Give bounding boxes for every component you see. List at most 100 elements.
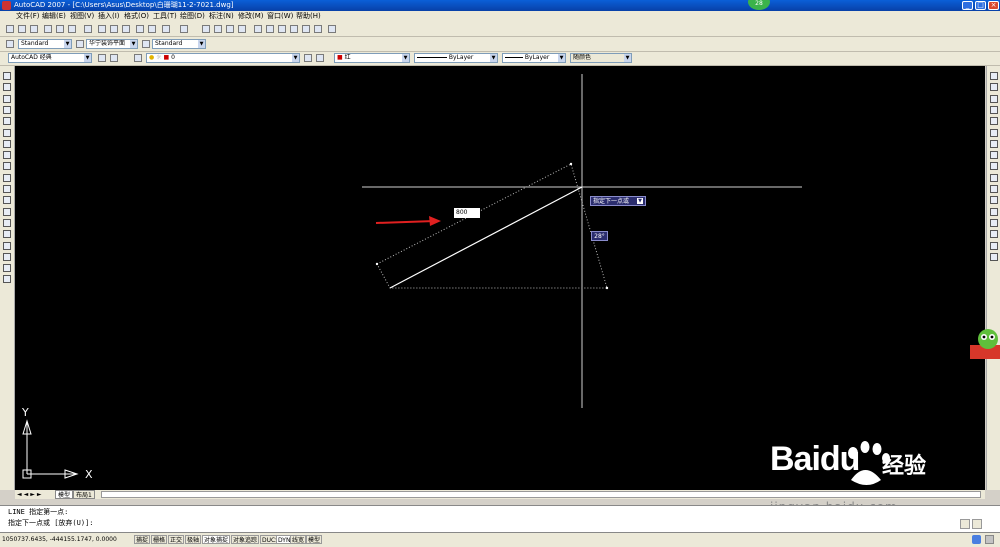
otrack-toggle[interactable]: 对象追踪 [231,535,260,544]
chamfer-icon[interactable] [990,230,998,239]
pan-icon[interactable] [202,25,210,33]
join-icon[interactable] [990,218,998,227]
hatch-icon[interactable] [3,230,11,239]
zoom-previous-icon[interactable] [238,25,246,33]
block-editor-icon[interactable] [148,25,156,33]
new-icon[interactable] [6,25,14,33]
copy-clip-icon[interactable] [110,25,118,33]
plotstyle-select[interactable]: 随颜色 ▼ [570,53,632,63]
markup-icon[interactable] [302,25,310,33]
menu-view[interactable]: 视图(V) [70,11,94,22]
undo-icon[interactable] [162,25,170,33]
menu-help[interactable]: 帮助(H) [296,11,321,22]
zoom-realtime-icon[interactable] [214,25,222,33]
extend-icon[interactable] [990,185,998,193]
menu-insert[interactable]: 插入(I) [98,11,120,22]
table-icon[interactable] [3,264,11,273]
communication-center-icon[interactable] [972,535,981,544]
publish-icon[interactable] [68,25,76,33]
minimize-button[interactable]: _ [962,1,973,10]
revision-cloud-icon[interactable] [3,151,11,160]
paste-icon[interactable] [122,25,130,33]
maximize-button[interactable]: □ [975,1,986,10]
lineweight-select[interactable]: ByLayer ▼ [502,53,566,63]
table-style-icon[interactable] [142,40,150,48]
menu-format[interactable]: 格式(O) [124,11,149,22]
drawing-canvas[interactable]: Y X [15,66,985,490]
trim-icon[interactable] [990,173,998,182]
tab-model[interactable]: 模型 [55,490,74,499]
fillet-icon[interactable] [990,241,998,250]
stretch-icon[interactable] [990,162,998,171]
plot-preview-icon[interactable] [56,25,64,33]
menu-window[interactable]: 窗口(W) [267,11,293,22]
menu-dimension[interactable]: 标注(N) [209,11,234,22]
layer-manager-icon[interactable] [134,54,142,62]
properties-icon[interactable] [254,25,262,33]
menu-file[interactable]: 文件(F) [16,11,40,22]
linetype-select[interactable]: ByLayer ▼ [414,53,498,63]
scroll-right-icon[interactable] [972,519,982,529]
arc-icon[interactable] [3,128,11,137]
redo-icon[interactable] [180,25,188,33]
ellipse-icon[interactable] [3,173,11,182]
region-icon[interactable] [3,252,11,261]
spline-icon[interactable] [3,162,11,171]
line-icon[interactable] [3,72,11,80]
calculator-icon[interactable] [314,25,322,33]
dynamic-length-input[interactable]: 800 [454,208,480,218]
open-icon[interactable] [18,25,26,33]
design-center-icon[interactable] [266,25,274,33]
dim-style-select[interactable]: 华宁装饰平面 ▼ [86,39,138,49]
polar-toggle[interactable]: 极轴 [185,535,202,544]
grid-toggle[interactable]: 栅格 [151,535,168,544]
help-icon[interactable] [328,25,336,33]
workspace-select[interactable]: AutoCAD 经典 ▼ [8,53,92,63]
dim-style-icon[interactable] [76,40,84,48]
ortho-toggle[interactable]: 正交 [168,535,185,544]
tool-palettes-icon[interactable] [278,25,286,33]
offset-icon[interactable] [990,105,998,114]
table-style-select[interactable]: Standard ▼ [152,39,206,49]
break-icon[interactable] [990,207,998,216]
make-block-icon[interactable] [3,207,11,216]
scroll-left-icon[interactable] [960,519,970,529]
explode-icon[interactable] [990,252,998,261]
text-style-icon[interactable] [6,40,14,48]
plot-icon[interactable] [44,25,52,33]
osnap-toggle[interactable]: 对象捕捉 [202,535,231,544]
layer-select[interactable]: ● ☼ ■ 0 ▼ [146,53,300,63]
workspace-settings-icon[interactable] [98,54,106,62]
snap-toggle[interactable]: 捕捉 [134,535,151,544]
cut-icon[interactable] [98,25,106,33]
rectangle-icon[interactable] [3,117,11,126]
polygon-icon[interactable] [3,105,11,114]
match-properties-icon[interactable] [136,25,144,33]
circle-icon[interactable] [3,139,11,148]
array-icon[interactable] [990,117,998,126]
tab-layout1[interactable]: 布局1 [73,490,95,499]
save-icon[interactable] [30,25,38,33]
model-toggle[interactable]: 模型 [306,535,323,544]
point-icon[interactable] [3,218,11,227]
menu-tools[interactable]: 工具(T) [153,11,177,22]
erase-icon[interactable] [990,72,998,80]
command-window[interactable]: LINE 指定第一点: 指定下一点或 [放弃(U)]: [0,505,1000,532]
sheet-set-icon[interactable] [290,25,298,33]
mirror-icon[interactable] [990,94,998,103]
3d-dwf-icon[interactable] [84,25,92,33]
break-at-point-icon[interactable] [990,196,998,205]
multiline-text-icon[interactable] [3,275,11,284]
make-object-layer-current-icon[interactable] [304,54,312,62]
move-icon[interactable] [990,128,998,137]
angle-input[interactable]: 28° [591,231,608,241]
menu-draw[interactable]: 绘图(D) [180,11,205,22]
construction-line-icon[interactable] [3,83,11,92]
gradient-icon[interactable] [3,241,11,250]
ellipse-arc-icon[interactable] [3,185,11,193]
menu-edit[interactable]: 编辑(E) [42,11,66,22]
scale-icon[interactable] [990,151,998,160]
copy-icon[interactable] [990,83,998,92]
tray-settings-icon[interactable] [985,535,994,544]
layer-previous-icon[interactable] [316,54,324,62]
